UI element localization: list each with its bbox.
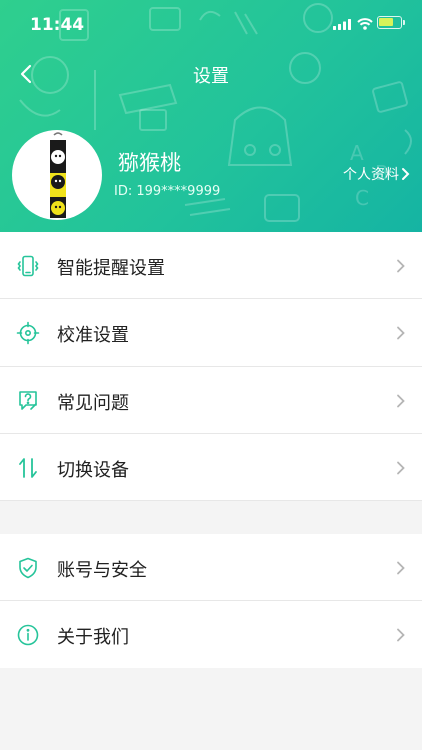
profile-link[interactable]: 个人资料 <box>343 164 410 184</box>
nickname: 猕猴桃 <box>118 151 181 175</box>
phone-vibrate-icon <box>17 255 39 277</box>
menu-label: 切换设备 <box>57 459 129 481</box>
menu-label: 智能提醒设置 <box>57 258 165 279</box>
status-time: 11:44 <box>30 15 85 35</box>
menu-label: 关于我们 <box>57 627 129 648</box>
user-id: ID: 199****9999 <box>114 184 221 199</box>
svg-text:C: C <box>355 186 369 210</box>
svg-text:A: A <box>350 141 364 165</box>
menu-item-faq[interactable]: 常见问题 <box>0 367 422 434</box>
menu-label: 常见问题 <box>57 392 129 414</box>
shield-check-icon <box>19 557 37 579</box>
settings-group-device: 智能提醒设置 校准设置 常见问题 切换设备 <box>0 232 422 501</box>
wifi-icon <box>357 18 373 30</box>
avatar-image <box>50 132 66 218</box>
battery-icon <box>377 16 405 29</box>
menu-item-about-us[interactable]: 关于我们 <box>0 601 422 668</box>
menu-item-smart-reminder[interactable]: 智能提醒设置 <box>0 232 422 300</box>
profile-link-label: 个人资料 <box>343 167 399 183</box>
chevron-right-icon <box>402 168 410 180</box>
menu-item-account-security[interactable]: 账号与安全 <box>0 534 422 601</box>
menu-label: 校准设置 <box>57 325 129 347</box>
chevron-right-icon <box>397 259 405 273</box>
chevron-right-icon <box>397 326 405 340</box>
chevron-right-icon <box>397 394 405 407</box>
avatar[interactable] <box>12 130 102 220</box>
crosshair-icon <box>16 321 40 345</box>
switch-arrows-icon <box>19 457 37 478</box>
cell-signal-icon <box>333 19 351 30</box>
status-bar: 11:44 <box>0 0 422 50</box>
info-icon <box>17 624 39 646</box>
profile-header: A B C 11:44 设置 猕猴桃 ID: 199****9999 个人资料 <box>0 0 422 232</box>
page-title: 设置 <box>193 66 229 87</box>
menu-item-switch-device[interactable]: 切换设备 <box>0 434 422 501</box>
menu-item-calibration[interactable]: 校准设置 <box>0 299 422 367</box>
chevron-right-icon <box>397 561 405 575</box>
settings-group-account: 账号与安全 关于我们 <box>0 534 422 668</box>
chevron-right-icon <box>397 461 405 475</box>
question-mark-icon <box>19 390 37 410</box>
chevron-right-icon <box>397 628 405 642</box>
menu-label: 账号与安全 <box>57 560 147 581</box>
